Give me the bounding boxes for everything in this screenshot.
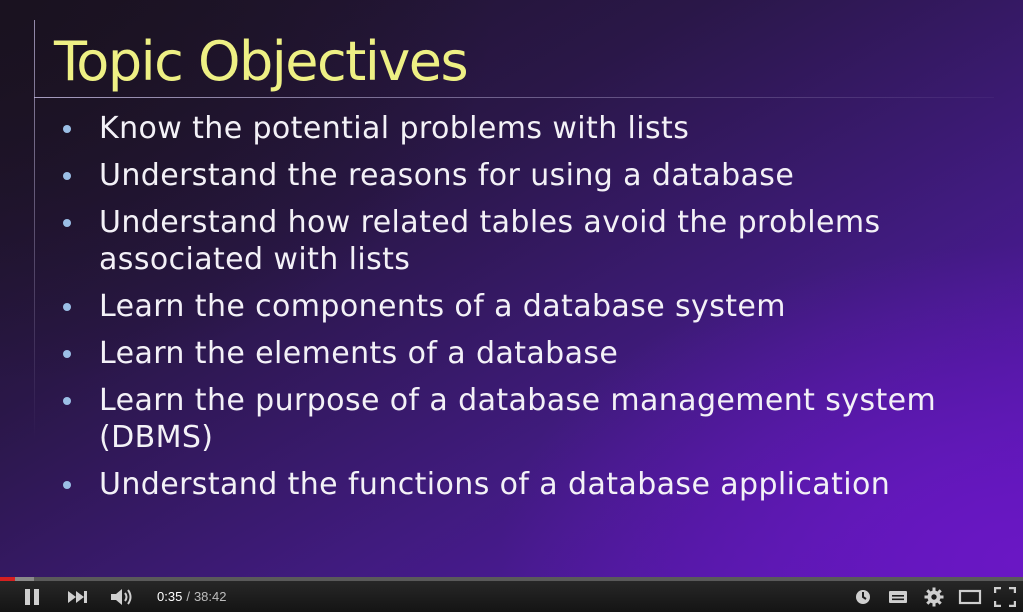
- volume-button[interactable]: [106, 581, 140, 612]
- play-pause-button[interactable]: [14, 581, 50, 612]
- bullet-dot-icon: [63, 397, 71, 405]
- bullet-text: Learn the components of a database syste…: [99, 289, 786, 324]
- duration: 38:42: [193, 589, 227, 604]
- fullscreen-icon: [994, 586, 1016, 607]
- gear-icon: [924, 587, 944, 606]
- bullet-text: Learn the elements of a database: [99, 336, 619, 371]
- clock-icon: [856, 589, 870, 604]
- volume-icon: [111, 588, 132, 605]
- list-item: Learn the purpose of a database manageme…: [60, 382, 1010, 456]
- pause-icon: [25, 588, 39, 605]
- bullet-text: Know the potential problems with lists: [99, 111, 690, 146]
- list-item: Learn the components of a database syste…: [60, 288, 1010, 325]
- bullet-text: Learn the purpose of a database manageme…: [99, 383, 937, 455]
- bullet-dot-icon: [63, 125, 71, 133]
- bullet-dot-icon: [63, 303, 71, 311]
- fullscreen-button[interactable]: [991, 581, 1019, 612]
- slide-vertical-rule: [34, 20, 35, 440]
- slide-title-underline: [34, 97, 994, 98]
- list-item: Understand how related tables avoid the …: [60, 204, 1010, 278]
- video-player[interactable]: Topic Objectives Know the potential prob…: [0, 0, 1023, 612]
- captions-icon: [889, 590, 907, 603]
- bullet-text: Understand the reasons for using a datab…: [99, 158, 795, 193]
- objectives-list: Know the potential problems with lists U…: [60, 110, 1010, 513]
- next-icon: [68, 590, 87, 603]
- bullet-dot-icon: [63, 172, 71, 180]
- captions-button[interactable]: [885, 581, 911, 612]
- watch-later-button[interactable]: [851, 581, 875, 612]
- list-item: Know the potential problems with lists: [60, 110, 1010, 147]
- next-button[interactable]: [62, 581, 94, 612]
- time-separator: /: [186, 589, 190, 604]
- video-frame[interactable]: Topic Objectives Know the potential prob…: [0, 0, 1023, 577]
- slide-title: Topic Objectives: [54, 30, 469, 93]
- bullet-dot-icon: [63, 219, 71, 227]
- theater-mode-button[interactable]: [956, 581, 984, 612]
- list-item: Learn the elements of a database: [60, 335, 1010, 372]
- settings-button[interactable]: [921, 581, 947, 612]
- list-item: Understand the functions of a database a…: [60, 466, 1010, 503]
- current-time: 0:35: [157, 589, 183, 604]
- bullet-dot-icon: [63, 481, 71, 489]
- list-item: Understand the reasons for using a datab…: [60, 157, 1010, 194]
- bullet-text: Understand the functions of a database a…: [99, 467, 891, 502]
- player-controls-bar: 0:35 / 38:42: [0, 577, 1023, 612]
- bullet-text: Understand how related tables avoid the …: [99, 205, 881, 277]
- time-display: 0:35 / 38:42: [157, 581, 226, 612]
- bullet-dot-icon: [63, 350, 71, 358]
- theater-mode-icon: [958, 589, 982, 604]
